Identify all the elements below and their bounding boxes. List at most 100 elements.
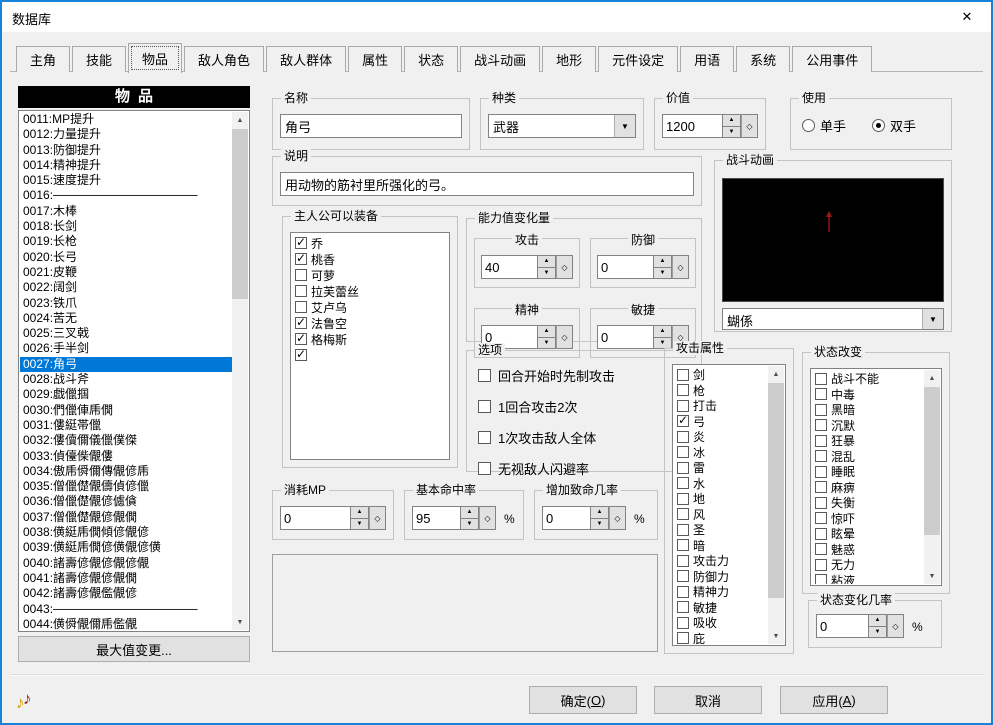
list-item[interactable]: 0043:───────────────── xyxy=(20,602,232,617)
spin-up-icon[interactable] xyxy=(653,255,672,267)
list-item[interactable]: 0011:MP提升 xyxy=(20,112,232,127)
radio-option[interactable]: 双手 xyxy=(872,116,916,135)
spin-up-icon[interactable] xyxy=(653,325,672,337)
spin-down-icon[interactable] xyxy=(653,267,672,280)
tab[interactable]: 用语 xyxy=(680,46,734,72)
diamond-icon[interactable] xyxy=(556,255,573,279)
list-item[interactable]: 0028:战斗斧 xyxy=(20,372,232,387)
spin-up-icon[interactable] xyxy=(537,325,556,337)
list-item[interactable]: 0020:长弓 xyxy=(20,250,232,265)
tab[interactable]: 技能 xyxy=(72,46,126,72)
checkbox[interactable] xyxy=(815,481,827,493)
checkbox-list-item[interactable]: 眩晕 xyxy=(812,526,924,542)
checkbox-list-item[interactable]: 地 xyxy=(674,491,768,507)
kind-combobox[interactable]: 武器 xyxy=(488,114,636,138)
list-item[interactable]: 0027:角弓 xyxy=(20,357,232,372)
checkbox-list-item[interactable]: 炎 xyxy=(674,429,768,445)
scroll-up-icon[interactable] xyxy=(232,112,248,128)
checkbox[interactable] xyxy=(815,419,827,431)
tab[interactable]: 地形 xyxy=(542,46,596,72)
close-icon[interactable] xyxy=(945,2,989,31)
tab[interactable]: 公用事件 xyxy=(792,46,872,72)
spin-up-icon[interactable] xyxy=(350,506,369,518)
chevron-down-icon[interactable] xyxy=(614,115,635,137)
checkbox[interactable] xyxy=(677,415,689,427)
checkbox-list-item[interactable]: 桃香 xyxy=(292,251,448,267)
diamond-icon[interactable] xyxy=(672,255,689,279)
list-item[interactable]: 0039:僙綎乕僩偐僙儬偐僙 xyxy=(20,540,232,555)
scroll-thumb[interactable] xyxy=(232,129,248,299)
spin-down-icon[interactable] xyxy=(590,518,609,531)
checkbox-list-item[interactable]: 暗 xyxy=(674,538,768,554)
list-item[interactable]: 0014:精神提升 xyxy=(20,158,232,173)
battle-anim-combobox[interactable]: 蝴係 xyxy=(722,308,944,330)
checkbox-list-item[interactable]: 打击 xyxy=(674,398,768,414)
checkbox[interactable] xyxy=(295,333,307,345)
checkbox-list-item[interactable]: 剑 xyxy=(674,367,768,383)
checkbox[interactable] xyxy=(478,431,491,444)
spin-up-icon[interactable] xyxy=(460,506,479,518)
diamond-icon[interactable] xyxy=(479,506,496,530)
checkbox[interactable] xyxy=(677,586,689,598)
list-item[interactable]: 0019:长枪 xyxy=(20,234,232,249)
checkbox-list-item[interactable]: 惊吓 xyxy=(812,511,924,527)
list-item[interactable]: 0031:僂綎帯儠 xyxy=(20,418,232,433)
tab[interactable]: 敌人群体 xyxy=(266,46,346,72)
option-item[interactable]: 1回合攻击2次 xyxy=(478,397,615,416)
checkbox-list-item[interactable]: 魅惑 xyxy=(812,542,924,558)
checkbox-list-item[interactable]: 粘液 xyxy=(812,573,924,585)
list-item[interactable]: 0041:諸壽偐儬偐儬僩 xyxy=(20,571,232,586)
max-value-button[interactable]: 最大值变更... xyxy=(18,636,250,662)
checkbox-list-item[interactable]: 狂暴 xyxy=(812,433,924,449)
battle-anim-preview[interactable] xyxy=(722,178,944,302)
name-input[interactable] xyxy=(280,114,462,138)
checkbox-list-item[interactable]: 雷 xyxy=(674,460,768,476)
checkbox[interactable] xyxy=(295,237,307,249)
checkbox-list-item[interactable]: 沉默 xyxy=(812,418,924,434)
spin-down-icon[interactable] xyxy=(537,337,556,350)
checkbox[interactable] xyxy=(677,477,689,489)
radio-icon[interactable] xyxy=(872,119,885,132)
checkbox[interactable] xyxy=(295,269,307,281)
list-item[interactable]: 0022:阔剑 xyxy=(20,280,232,295)
checkbox[interactable] xyxy=(815,435,827,447)
diamond-icon[interactable] xyxy=(741,114,758,138)
price-input[interactable] xyxy=(662,114,722,138)
spin-down-icon[interactable] xyxy=(537,267,556,280)
checkbox-list-item[interactable]: 枪 xyxy=(674,383,768,399)
checkbox[interactable] xyxy=(677,539,689,551)
tab[interactable]: 状态 xyxy=(404,46,458,72)
checkbox-list-item[interactable]: 法鲁空 xyxy=(292,315,448,331)
checkbox[interactable] xyxy=(815,497,827,509)
scroll-up-icon[interactable] xyxy=(924,370,940,386)
list-item[interactable]: 0040:諸壽偐儬偐儬偐儬 xyxy=(20,556,232,571)
list-item[interactable]: 0030:們儠俥乕僩 xyxy=(20,403,232,418)
checkbox[interactable] xyxy=(295,349,307,361)
list-item[interactable]: 0017:木棒 xyxy=(20,204,232,219)
list-item[interactable]: 0023:铁爪 xyxy=(20,296,232,311)
list-item[interactable]: 0024:苦无 xyxy=(20,311,232,326)
radio-option[interactable]: 单手 xyxy=(802,116,846,135)
checkbox[interactable] xyxy=(815,574,827,584)
checkbox[interactable] xyxy=(478,462,491,475)
checkbox[interactable] xyxy=(295,301,307,313)
checkbox[interactable] xyxy=(815,388,827,400)
checkbox-list-item[interactable]: 麻痹 xyxy=(812,480,924,496)
checkbox-list-item[interactable]: 敏捷 xyxy=(674,600,768,616)
checkbox-list-item[interactable]: 混乱 xyxy=(812,449,924,465)
attack-attr-listbox[interactable]: 剑 枪 打击 弓 炎 xyxy=(672,364,786,646)
checkbox-list-item[interactable]: 睡眠 xyxy=(812,464,924,480)
spin-up-icon[interactable] xyxy=(722,114,741,126)
diamond-icon[interactable] xyxy=(369,506,386,530)
checkbox[interactable] xyxy=(815,559,827,571)
list-item[interactable]: 0042:諸壽偐儬儖儬偐 xyxy=(20,586,232,601)
checkbox[interactable] xyxy=(677,632,689,644)
spin-down-icon[interactable] xyxy=(460,518,479,531)
checkbox-list-item[interactable]: 水 xyxy=(674,476,768,492)
option-item[interactable]: 回合开始时先制攻击 xyxy=(478,366,615,385)
checkbox-list-item[interactable]: 战斗不能 xyxy=(812,371,924,387)
hit-rate-input[interactable] xyxy=(412,506,460,530)
checkbox-list-item[interactable]: 庇 xyxy=(674,631,768,645)
checkbox[interactable] xyxy=(677,400,689,412)
checkbox-list-item[interactable]: 冰 xyxy=(674,445,768,461)
